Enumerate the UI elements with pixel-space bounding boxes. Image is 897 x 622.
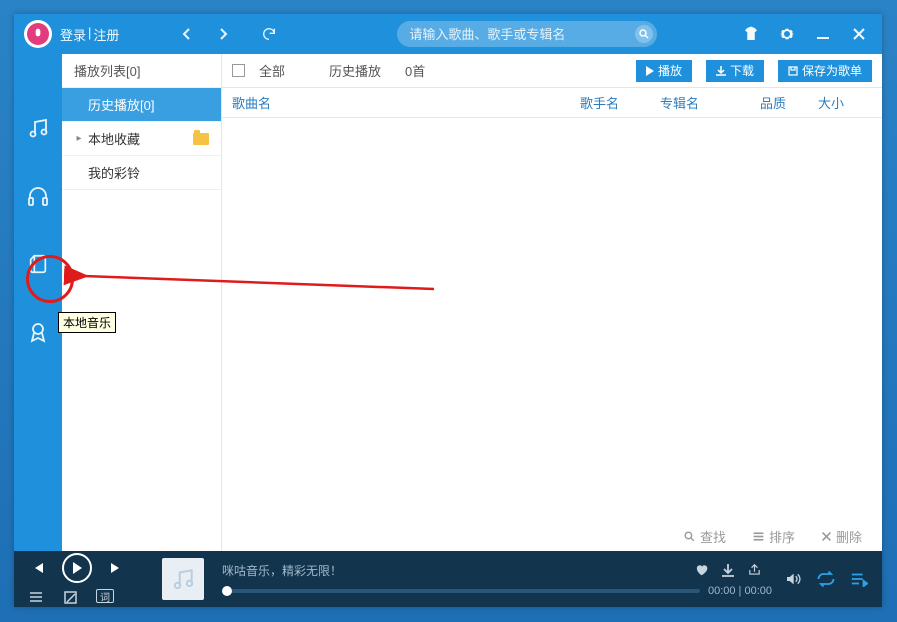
sort-label: 排序 — [769, 527, 795, 546]
play-all-label: 播放 — [658, 62, 682, 79]
song-count-label: 0首 — [405, 61, 425, 80]
col-album[interactable]: 专辑名 — [660, 93, 760, 112]
close-button[interactable] — [850, 25, 868, 43]
sidebar-ringtone-item[interactable]: 我的彩铃 — [62, 156, 221, 190]
rail-badge-icon[interactable] — [24, 318, 52, 346]
history-playback-label: 历史播放 — [329, 61, 381, 80]
col-size[interactable]: 大小 — [818, 93, 858, 112]
find-button[interactable]: 查找 — [683, 527, 726, 546]
rail-tooltip: 本地音乐 — [58, 312, 116, 333]
play-pause-button[interactable] — [62, 553, 92, 583]
logo-inner — [27, 23, 49, 45]
next-track-button[interactable] — [106, 558, 126, 578]
player-slogan: 咪咕音乐，精彩无限！ — [222, 562, 342, 579]
queue-icon[interactable] — [850, 571, 868, 587]
rail-local-icon[interactable] — [24, 250, 52, 278]
col-artist[interactable]: 歌手名 — [580, 93, 660, 112]
settings-icon[interactable] — [778, 25, 796, 43]
player-bar: 词 咪咕音乐，精彩无限！ 00:00 | 00:00 — [14, 551, 882, 607]
playback-controls — [28, 553, 126, 583]
play-all-button[interactable]: 播放 — [636, 60, 692, 82]
prev-track-button[interactable] — [28, 558, 48, 578]
select-all-checkbox[interactable] — [232, 64, 245, 77]
register-link[interactable]: 注册 — [93, 25, 119, 44]
loop-icon[interactable] — [816, 571, 836, 587]
main-panel: 全部 历史播放 0首 播放 下载 保存为歌单 歌曲名 歌 — [222, 54, 882, 551]
save-playlist-button[interactable]: 保存为歌单 — [778, 60, 872, 82]
header-actions — [742, 25, 882, 43]
app-window: 登录 | 注册 — [14, 14, 882, 607]
download-button[interactable]: 下载 — [706, 60, 764, 82]
sidebar-favorites-label: 本地收藏 — [88, 129, 140, 148]
sidebar-history-label: 历史播放[0] — [88, 95, 154, 114]
auth-area: 登录 | 注册 — [60, 25, 119, 44]
search-button[interactable] — [635, 25, 653, 43]
title-bar: 登录 | 注册 — [14, 14, 882, 54]
minimize-button[interactable] — [814, 25, 832, 43]
favorite-icon[interactable] — [694, 563, 709, 577]
table-body — [222, 118, 882, 521]
playlist-toggle-icon[interactable] — [28, 589, 44, 605]
album-cover — [162, 558, 204, 600]
download-label: 下载 — [730, 62, 754, 79]
sidebar-ringtone-label: 我的彩铃 — [88, 163, 140, 182]
player-right-controls — [784, 571, 868, 587]
sidebar-history-item[interactable]: 历史播放[0] — [62, 88, 221, 122]
delete-label: 删除 — [836, 527, 862, 546]
sidebar-favorites-item[interactable]: ▸ 本地收藏 — [62, 122, 221, 156]
list-footer-tools: 查找 排序 删除 — [222, 521, 882, 551]
save-playlist-label: 保存为歌单 — [802, 62, 862, 79]
auth-divider: | — [88, 25, 91, 44]
nav-forward-button[interactable] — [215, 26, 231, 42]
sort-button[interactable]: 排序 — [752, 527, 795, 546]
sidebar-playlist-label: 播放列表[0] — [74, 61, 140, 80]
nav-controls — [179, 26, 277, 42]
find-label: 查找 — [700, 527, 726, 546]
nav-rail — [14, 54, 62, 551]
skin-icon[interactable] — [742, 25, 760, 43]
progress-handle[interactable] — [222, 586, 232, 596]
volume-icon[interactable] — [784, 571, 802, 587]
delete-button[interactable]: 删除 — [821, 527, 862, 546]
search-input[interactable] — [409, 27, 635, 42]
desktop-lyric-icon[interactable] — [62, 589, 78, 605]
progress-bar[interactable] — [222, 589, 700, 593]
rail-headphones-icon[interactable] — [24, 182, 52, 210]
track-actions — [694, 563, 762, 577]
table-header: 歌曲名 歌手名 专辑名 品质 大小 — [222, 88, 882, 118]
select-all-label: 全部 — [259, 61, 285, 80]
rail-music-icon[interactable] — [24, 114, 52, 142]
progress-row: 00:00 | 00:00 — [222, 585, 772, 597]
col-quality[interactable]: 品质 — [760, 93, 818, 112]
chevron-right-icon: ▸ — [74, 133, 84, 144]
col-song[interactable]: 歌曲名 — [232, 93, 580, 112]
refresh-button[interactable] — [261, 26, 277, 42]
track-info: 咪咕音乐，精彩无限！ 00:00 | 00:00 — [222, 562, 772, 597]
search-box — [397, 21, 657, 47]
time-display: 00:00 | 00:00 — [708, 585, 772, 597]
sidebar-playlist-header[interactable]: 播放列表[0] — [62, 54, 221, 88]
lyric-button[interactable]: 词 — [96, 589, 114, 603]
download-track-icon[interactable] — [721, 563, 735, 577]
nav-back-button[interactable] — [179, 26, 195, 42]
app-body: 本地音乐 播 — [14, 54, 882, 551]
playlist-sidebar: 播放列表[0] 历史播放[0] ▸ 本地收藏 我的彩铃 — [62, 54, 222, 551]
share-icon[interactable] — [747, 563, 762, 577]
login-link[interactable]: 登录 — [60, 25, 86, 44]
app-logo — [24, 20, 52, 48]
list-toolbar: 全部 历史播放 0首 播放 下载 保存为歌单 — [222, 54, 882, 88]
player-secondary-controls: 词 — [28, 589, 126, 605]
folder-icon — [193, 133, 209, 145]
